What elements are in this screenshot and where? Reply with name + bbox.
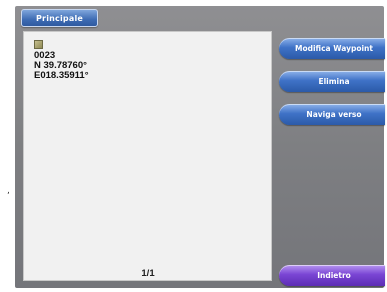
- waypoint-icon: [34, 40, 43, 49]
- navigate-to-button[interactable]: Naviga verso: [279, 104, 385, 125]
- margin-comma: ,: [7, 186, 10, 196]
- waypoint-longitude: E018.35911°: [34, 70, 89, 81]
- modify-waypoint-button[interactable]: Modifica Waypoint: [279, 38, 385, 59]
- delete-button[interactable]: Elimina: [279, 71, 385, 92]
- tab-principale[interactable]: Principale: [21, 9, 98, 27]
- back-button[interactable]: Indietro: [279, 265, 385, 286]
- page-indicator: 1/1: [141, 268, 155, 279]
